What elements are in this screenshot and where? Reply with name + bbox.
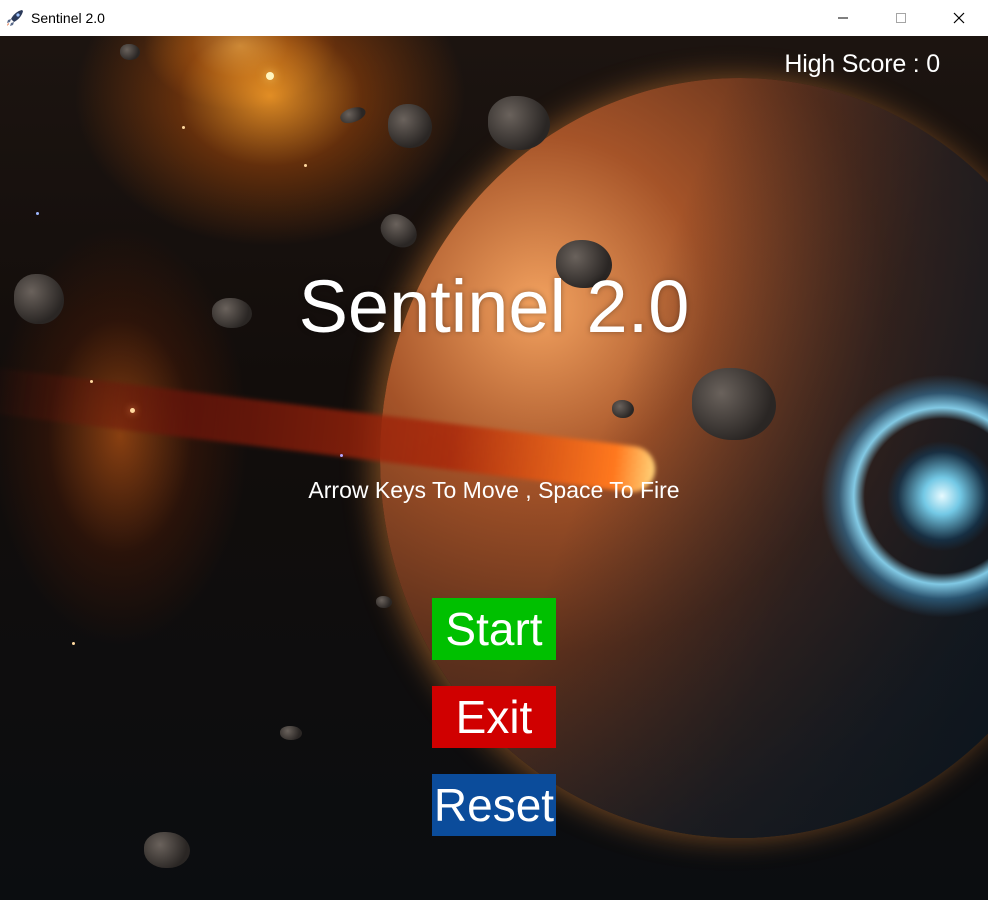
game-window: Sentinel 2.0 High Score: 0 Sentinel 2.0…: [0, 0, 988, 900]
star: [90, 380, 93, 383]
game-canvas[interactable]: High Score : 0 Sentinel 2.0 Arrow Keys T…: [0, 36, 988, 900]
asteroid: [488, 96, 550, 150]
high-score: High Score : 0: [784, 50, 940, 78]
star: [304, 164, 307, 167]
star: [182, 126, 185, 129]
game-title: Sentinel 2.0: [298, 265, 690, 348]
close-button[interactable]: [930, 0, 988, 36]
close-icon: [953, 12, 965, 24]
asteroid: [120, 44, 140, 60]
asteroid: [376, 596, 392, 608]
asteroid: [338, 103, 368, 127]
maximize-button[interactable]: [872, 0, 930, 36]
maximize-icon: [896, 13, 906, 23]
star: [266, 72, 274, 80]
reset-button[interactable]: Reset: [432, 774, 556, 836]
exit-button[interactable]: Exit: [432, 686, 556, 748]
star: [72, 642, 75, 645]
window-title: Sentinel 2.0: [31, 10, 105, 26]
start-button[interactable]: Start: [432, 598, 556, 660]
minimize-icon: [838, 17, 848, 19]
asteroid: [280, 726, 302, 740]
rocket-icon: [7, 10, 23, 26]
asteroid: [388, 104, 432, 148]
asteroid: [375, 208, 423, 254]
star: [130, 408, 135, 413]
minimize-button[interactable]: [814, 0, 872, 36]
star: [36, 212, 39, 215]
asteroid: [692, 368, 776, 440]
title-bar: Sentinel 2.0: [0, 0, 988, 36]
controls-instructions: Arrow Keys To Move , Space To Fire: [308, 477, 680, 503]
window-controls: [814, 0, 988, 36]
asteroid: [144, 832, 190, 868]
asteroid: [612, 400, 634, 418]
star: [340, 454, 343, 457]
